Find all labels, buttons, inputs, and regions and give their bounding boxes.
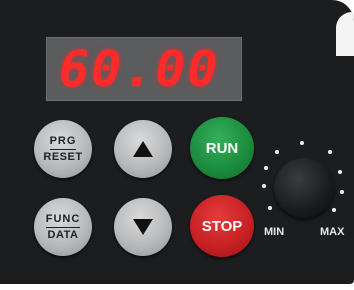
- stop-button[interactable]: STOP: [190, 195, 254, 257]
- up-button[interactable]: [114, 120, 172, 178]
- down-button[interactable]: [114, 198, 172, 256]
- run-button[interactable]: RUN: [190, 117, 254, 179]
- knob-max-label: MAX: [320, 226, 345, 238]
- arrow-up-icon: [133, 141, 153, 157]
- scale-dot: [268, 206, 272, 210]
- run-label: RUN: [205, 139, 239, 157]
- func-label: FUNC: [45, 213, 81, 228]
- led-display: 60.00: [46, 37, 242, 101]
- prg-reset-button[interactable]: PRG RESET: [34, 120, 92, 178]
- scale-dot: [338, 170, 342, 174]
- arrow-down-icon: [133, 219, 153, 235]
- scale-dot: [262, 184, 266, 188]
- reset-label: RESET: [43, 150, 83, 163]
- prg-label: PRG: [49, 135, 77, 150]
- scale-dot: [340, 190, 344, 194]
- keypad-panel: 60.00 PRG RESET FUNC DATA RUN STOP MIN M…: [0, 0, 354, 284]
- data-label: DATA: [47, 228, 79, 241]
- scale-dot: [300, 141, 304, 145]
- scale-dot: [275, 150, 279, 154]
- panel-corner: [336, 12, 354, 56]
- scale-dot: [332, 208, 336, 212]
- scale-dot: [328, 150, 332, 154]
- display-value: 60.00: [59, 40, 220, 98]
- func-data-button[interactable]: FUNC DATA: [34, 198, 92, 256]
- scale-dot: [264, 166, 268, 170]
- knob-min-label: MIN: [264, 226, 285, 238]
- frequency-knob[interactable]: [274, 158, 334, 218]
- stop-label: STOP: [201, 217, 243, 235]
